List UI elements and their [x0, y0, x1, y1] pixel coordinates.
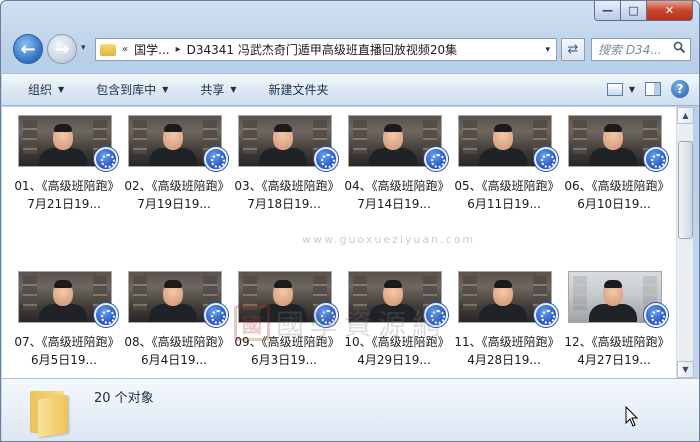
- file-name: 01、《高级班陪跑》7月21日19...: [14, 179, 114, 211]
- video-player-icon: [204, 147, 228, 171]
- file-name: 09、《高级班陪跑》6月3日19...: [234, 335, 334, 367]
- minimize-button[interactable]: —: [594, 1, 621, 21]
- mouse-cursor-icon: [625, 406, 639, 427]
- file-item[interactable]: 06、《高级班陪跑》6月10日19...: [560, 107, 668, 227]
- file-name: 11、《高级班陪跑》4月28日19...: [454, 335, 554, 367]
- file-item[interactable]: 09、《高级班陪跑》6月3日19...: [230, 263, 338, 378]
- chevron-down-icon: ▼: [230, 85, 237, 94]
- change-view-button[interactable]: ▼: [606, 82, 635, 96]
- video-player-icon: [534, 147, 558, 171]
- chevron-down-icon: ▼: [162, 85, 169, 94]
- help-button[interactable]: ?: [671, 80, 689, 98]
- breadcrumb-separator[interactable]: ▸: [176, 44, 181, 55]
- file-list: 01、《高级班陪跑》7月21日19... 02、《高级班陪跑》7月19日19...…: [2, 107, 676, 378]
- vertical-scrollbar[interactable]: ▲ ▼: [676, 107, 694, 378]
- scroll-thumb[interactable]: [678, 141, 693, 239]
- file-item[interactable]: 10、《高级班陪跑》4月29日19...: [340, 263, 448, 378]
- video-player-icon: [314, 147, 338, 171]
- item-count: 20 个对象: [94, 391, 154, 406]
- share-label: 共享: [200, 83, 225, 97]
- breadcrumb-parent[interactable]: 国学...: [134, 41, 169, 58]
- command-bar: 组织 ▼ 包含到库中 ▼ 共享 ▼ 新建文件夹 ▼ ?: [2, 73, 699, 106]
- details-pane: 20 个对象: [2, 378, 699, 441]
- new-folder-label: 新建文件夹: [268, 83, 329, 97]
- file-name: 04、《高级班陪跑》7月14日19...: [344, 179, 444, 211]
- caption-buttons: — □ ✕: [594, 1, 693, 21]
- video-player-icon: [644, 147, 668, 171]
- new-folder-button[interactable]: 新建文件夹: [269, 81, 329, 98]
- file-item[interactable]: 04、《高级班陪跑》7月14日19...: [340, 107, 448, 227]
- organize-label: 组织: [28, 83, 53, 97]
- explorer-window: — □ ✕ ← → ▾ « 国学... ▸ D34341 冯武杰奇门遁甲高级班直…: [0, 0, 700, 442]
- maximize-button[interactable]: □: [621, 1, 647, 21]
- breadcrumb-current[interactable]: D34341 冯武杰奇门遁甲高级班直播回放视频20集: [187, 41, 458, 58]
- include-in-library-label: 包含到库中: [96, 83, 157, 97]
- video-player-icon: [644, 303, 668, 327]
- address-row: ← → ▾ « 国学... ▸ D34341 冯武杰奇门遁甲高级班直播回放视频2…: [9, 33, 693, 67]
- file-item[interactable]: 05、《高级班陪跑》6月11日19...: [450, 107, 558, 227]
- file-name: 05、《高级班陪跑》6月11日19...: [454, 179, 554, 211]
- video-player-icon: [94, 303, 118, 327]
- close-button[interactable]: ✕: [647, 1, 693, 21]
- forward-button[interactable]: →: [47, 34, 77, 64]
- file-item[interactable]: 02、《高级班陪跑》7月19日19...: [120, 107, 228, 227]
- chevron-down-icon: ▼: [628, 84, 635, 94]
- search-icon[interactable]: [673, 41, 686, 58]
- file-name: 12、《高级班陪跑》4月27日19...: [564, 335, 664, 367]
- refresh-button[interactable]: ⇄: [561, 38, 585, 61]
- toolbar-right-group: ▼ ?: [606, 80, 689, 98]
- address-bar[interactable]: « 国学... ▸ D34341 冯武杰奇门遁甲高级班直播回放视频20集 ▾: [95, 38, 557, 61]
- video-player-icon: [424, 303, 448, 327]
- folder-icon: [100, 43, 116, 56]
- share-menu[interactable]: 共享 ▼: [200, 81, 236, 98]
- include-in-library-menu[interactable]: 包含到库中 ▼: [96, 81, 168, 98]
- preview-pane-button[interactable]: [645, 82, 661, 96]
- search-placeholder: 搜索 D34...: [598, 43, 662, 57]
- video-player-icon: [94, 147, 118, 171]
- video-player-icon: [424, 147, 448, 171]
- file-item[interactable]: 01、《高级班陪跑》7月21日19...: [10, 107, 118, 227]
- video-player-icon: [314, 303, 338, 327]
- view-icon: [606, 82, 623, 96]
- video-player-icon: [534, 303, 558, 327]
- file-name: 08、《高级班陪跑》6月4日19...: [124, 335, 224, 367]
- breadcrumb-overflow[interactable]: «: [122, 44, 128, 55]
- chevron-down-icon: ▼: [58, 85, 65, 94]
- recent-pages-dropdown[interactable]: ▾: [81, 43, 86, 53]
- file-name: 10、《高级班陪跑》4月29日19...: [344, 335, 444, 367]
- file-item[interactable]: 03、《高级班陪跑》7月18日19...: [230, 107, 338, 227]
- search-input[interactable]: 搜索 D34...: [591, 38, 691, 61]
- file-item[interactable]: 07、《高级班陪跑》6月5日19...: [10, 263, 118, 378]
- scroll-up-button[interactable]: ▲: [677, 107, 694, 124]
- file-name: 06、《高级班陪跑》6月10日19...: [564, 179, 664, 211]
- file-name: 07、《高级班陪跑》6月5日19...: [14, 335, 114, 367]
- scroll-down-button[interactable]: ▼: [677, 361, 694, 378]
- file-item[interactable]: 11、《高级班陪跑》4月28日19...: [450, 263, 558, 378]
- back-button[interactable]: ←: [13, 34, 43, 64]
- file-name: 03、《高级班陪跑》7月18日19...: [234, 179, 334, 211]
- address-dropdown-icon[interactable]: ▾: [545, 45, 550, 55]
- video-player-icon: [204, 303, 228, 327]
- file-item[interactable]: 08、《高级班陪跑》6月4日19...: [120, 263, 228, 378]
- organize-menu[interactable]: 组织 ▼: [28, 81, 64, 98]
- file-item[interactable]: 12、《高级班陪跑》4月27日19...: [560, 263, 668, 378]
- file-name: 02、《高级班陪跑》7月19日19...: [124, 179, 224, 211]
- folder-icon: [30, 387, 72, 438]
- watermark-url: www.guoxueziyuan.com: [302, 233, 476, 246]
